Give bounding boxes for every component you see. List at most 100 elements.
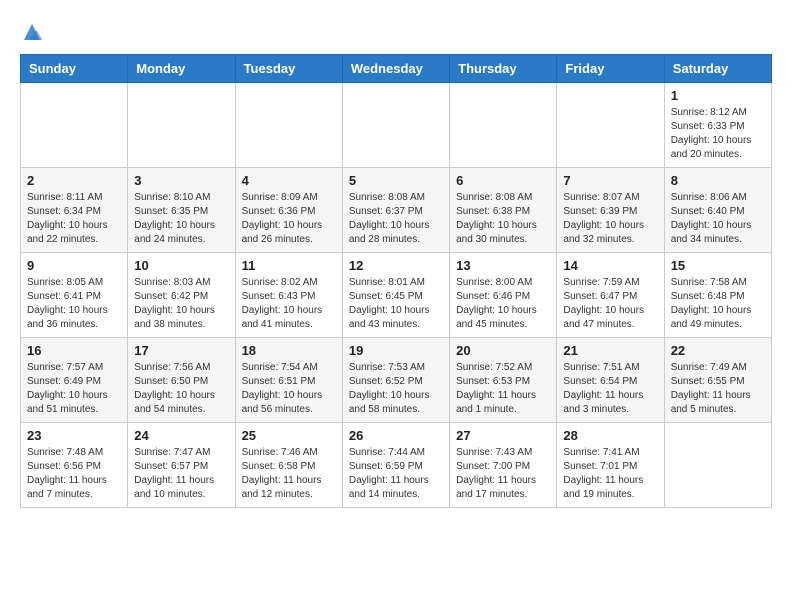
calendar-week-row: 9Sunrise: 8:05 AMSunset: 6:41 PMDaylight… xyxy=(21,253,772,338)
day-info: Sunrise: 7:56 AMSunset: 6:50 PMDaylight:… xyxy=(134,361,228,417)
day-number: 10 xyxy=(134,258,228,273)
calendar-cell: 15 Sunrise: 7:58 AMSunset: 6:48 PMDayligh… xyxy=(664,253,771,338)
day-info: Sunrise: 8:11 AMSunset: 6:34 PMDaylight:… xyxy=(27,191,121,247)
calendar-cell: 13 Sunrise: 8:00 AMSunset: 6:46 PMDayligh… xyxy=(450,253,557,338)
day-number: 9 xyxy=(27,258,121,273)
day-number: 13 xyxy=(456,258,550,273)
calendar-cell: 4 Sunrise: 8:09 AMSunset: 6:36 PMDaylight… xyxy=(235,168,342,253)
day-info: Sunrise: 8:07 AMSunset: 6:39 PMDaylight:… xyxy=(563,191,657,247)
calendar-cell: 19 Sunrise: 7:53 AMSunset: 6:52 PMDayligh… xyxy=(342,338,449,423)
day-info: Sunrise: 8:09 AMSunset: 6:36 PMDaylight:… xyxy=(242,191,336,247)
day-info: Sunrise: 8:08 AMSunset: 6:37 PMDaylight:… xyxy=(349,191,443,247)
calendar-cell xyxy=(664,423,771,508)
day-number: 18 xyxy=(242,343,336,358)
day-info: Sunrise: 7:53 AMSunset: 6:52 PMDaylight:… xyxy=(349,361,443,417)
day-number: 4 xyxy=(242,173,336,188)
calendar-cell xyxy=(21,83,128,168)
day-number: 19 xyxy=(349,343,443,358)
calendar-cell: 22 Sunrise: 7:49 AMSunset: 6:55 PMDayligh… xyxy=(664,338,771,423)
day-info: Sunrise: 8:10 AMSunset: 6:35 PMDaylight:… xyxy=(134,191,228,247)
calendar-cell: 16Sunrise: 7:57 AMSunset: 6:49 PMDayligh… xyxy=(21,338,128,423)
calendar-week-row: 2 Sunrise: 8:11 AMSunset: 6:34 PMDaylight… xyxy=(21,168,772,253)
logo xyxy=(20,20,44,44)
day-number: 23 xyxy=(27,428,121,443)
calendar-cell: 21 Sunrise: 7:51 AMSunset: 6:54 PMDayligh… xyxy=(557,338,664,423)
calendar-cell: 11 Sunrise: 8:02 AMSunset: 6:43 PMDayligh… xyxy=(235,253,342,338)
calendar-cell: 6 Sunrise: 8:08 AMSunset: 6:38 PMDaylight… xyxy=(450,168,557,253)
day-number: 5 xyxy=(349,173,443,188)
calendar-cell: 23 Sunrise: 7:48 AMSunset: 6:56 PMDayligh… xyxy=(21,423,128,508)
day-number: 1 xyxy=(671,88,765,103)
weekday-header: Sunday xyxy=(21,55,128,83)
day-number: 6 xyxy=(456,173,550,188)
day-info: Sunrise: 7:41 AMSunset: 7:01 PMDaylight:… xyxy=(563,446,657,502)
weekday-header: Saturday xyxy=(664,55,771,83)
calendar-cell xyxy=(450,83,557,168)
calendar-cell: 25 Sunrise: 7:46 AMSunset: 6:58 PMDayligh… xyxy=(235,423,342,508)
weekday-header: Tuesday xyxy=(235,55,342,83)
day-info: Sunrise: 8:08 AMSunset: 6:38 PMDaylight:… xyxy=(456,191,550,247)
calendar-cell: 9Sunrise: 8:05 AMSunset: 6:41 PMDaylight… xyxy=(21,253,128,338)
day-number: 17 xyxy=(134,343,228,358)
day-info: Sunrise: 7:59 AMSunset: 6:47 PMDaylight:… xyxy=(563,276,657,332)
calendar-cell: 2 Sunrise: 8:11 AMSunset: 6:34 PMDaylight… xyxy=(21,168,128,253)
day-info: Sunrise: 7:49 AMSunset: 6:55 PMDaylight:… xyxy=(671,361,765,417)
calendar-cell: 18Sunrise: 7:54 AMSunset: 6:51 PMDayligh… xyxy=(235,338,342,423)
weekday-header: Thursday xyxy=(450,55,557,83)
calendar-cell: 7 Sunrise: 8:07 AMSunset: 6:39 PMDaylight… xyxy=(557,168,664,253)
day-info: Sunrise: 7:51 AMSunset: 6:54 PMDaylight:… xyxy=(563,361,657,417)
calendar-cell: 3 Sunrise: 8:10 AMSunset: 6:35 PMDaylight… xyxy=(128,168,235,253)
day-number: 7 xyxy=(563,173,657,188)
day-info: Sunrise: 7:58 AMSunset: 6:48 PMDaylight:… xyxy=(671,276,765,332)
day-info: Sunrise: 7:52 AMSunset: 6:53 PMDaylight:… xyxy=(456,361,550,417)
day-info: Sunrise: 8:01 AMSunset: 6:45 PMDaylight:… xyxy=(349,276,443,332)
calendar-cell xyxy=(557,83,664,168)
day-number: 21 xyxy=(563,343,657,358)
calendar-cell: 26 Sunrise: 7:44 AMSunset: 6:59 PMDayligh… xyxy=(342,423,449,508)
day-number: 20 xyxy=(456,343,550,358)
day-info: Sunrise: 8:00 AMSunset: 6:46 PMDaylight:… xyxy=(456,276,550,332)
day-number: 11 xyxy=(242,258,336,273)
calendar-week-row: 1 Sunrise: 8:12 AMSunset: 6:33 PMDaylight… xyxy=(21,83,772,168)
calendar-cell: 17 Sunrise: 7:56 AMSunset: 6:50 PMDayligh… xyxy=(128,338,235,423)
day-info: Sunrise: 8:06 AMSunset: 6:40 PMDaylight:… xyxy=(671,191,765,247)
weekday-header-row: SundayMondayTuesdayWednesdayThursdayFrid… xyxy=(21,55,772,83)
day-number: 25 xyxy=(242,428,336,443)
calendar-cell: 14Sunrise: 7:59 AMSunset: 6:47 PMDayligh… xyxy=(557,253,664,338)
weekday-header: Monday xyxy=(128,55,235,83)
day-number: 8 xyxy=(671,173,765,188)
day-number: 2 xyxy=(27,173,121,188)
calendar-week-row: 23 Sunrise: 7:48 AMSunset: 6:56 PMDayligh… xyxy=(21,423,772,508)
day-info: Sunrise: 7:43 AMSunset: 7:00 PMDaylight:… xyxy=(456,446,550,502)
calendar-cell: 24 Sunrise: 7:47 AMSunset: 6:57 PMDayligh… xyxy=(128,423,235,508)
calendar-cell: 5 Sunrise: 8:08 AMSunset: 6:37 PMDaylight… xyxy=(342,168,449,253)
calendar-cell: 20 Sunrise: 7:52 AMSunset: 6:53 PMDayligh… xyxy=(450,338,557,423)
weekday-header: Wednesday xyxy=(342,55,449,83)
day-number: 24 xyxy=(134,428,228,443)
calendar-cell: 8 Sunrise: 8:06 AMSunset: 6:40 PMDaylight… xyxy=(664,168,771,253)
calendar-cell: 1 Sunrise: 8:12 AMSunset: 6:33 PMDaylight… xyxy=(664,83,771,168)
day-info: Sunrise: 7:48 AMSunset: 6:56 PMDaylight:… xyxy=(27,446,121,502)
day-info: Sunrise: 8:12 AMSunset: 6:33 PMDaylight:… xyxy=(671,106,765,162)
calendar-cell xyxy=(235,83,342,168)
calendar-week-row: 16Sunrise: 7:57 AMSunset: 6:49 PMDayligh… xyxy=(21,338,772,423)
day-number: 27 xyxy=(456,428,550,443)
day-number: 26 xyxy=(349,428,443,443)
day-info: Sunrise: 7:47 AMSunset: 6:57 PMDaylight:… xyxy=(134,446,228,502)
day-info: Sunrise: 8:02 AMSunset: 6:43 PMDaylight:… xyxy=(242,276,336,332)
calendar-cell: 27 Sunrise: 7:43 AMSunset: 7:00 PMDayligh… xyxy=(450,423,557,508)
logo-icon xyxy=(20,20,44,44)
calendar-cell xyxy=(342,83,449,168)
calendar-cell: 28Sunrise: 7:41 AMSunset: 7:01 PMDayligh… xyxy=(557,423,664,508)
calendar-cell xyxy=(128,83,235,168)
day-number: 3 xyxy=(134,173,228,188)
day-number: 12 xyxy=(349,258,443,273)
day-info: Sunrise: 7:46 AMSunset: 6:58 PMDaylight:… xyxy=(242,446,336,502)
day-info: Sunrise: 7:44 AMSunset: 6:59 PMDaylight:… xyxy=(349,446,443,502)
day-info: Sunrise: 7:57 AMSunset: 6:49 PMDaylight:… xyxy=(27,361,121,417)
day-number: 15 xyxy=(671,258,765,273)
day-number: 22 xyxy=(671,343,765,358)
calendar-cell: 10Sunrise: 8:03 AMSunset: 6:42 PMDayligh… xyxy=(128,253,235,338)
page-header xyxy=(20,20,772,44)
weekday-header: Friday xyxy=(557,55,664,83)
